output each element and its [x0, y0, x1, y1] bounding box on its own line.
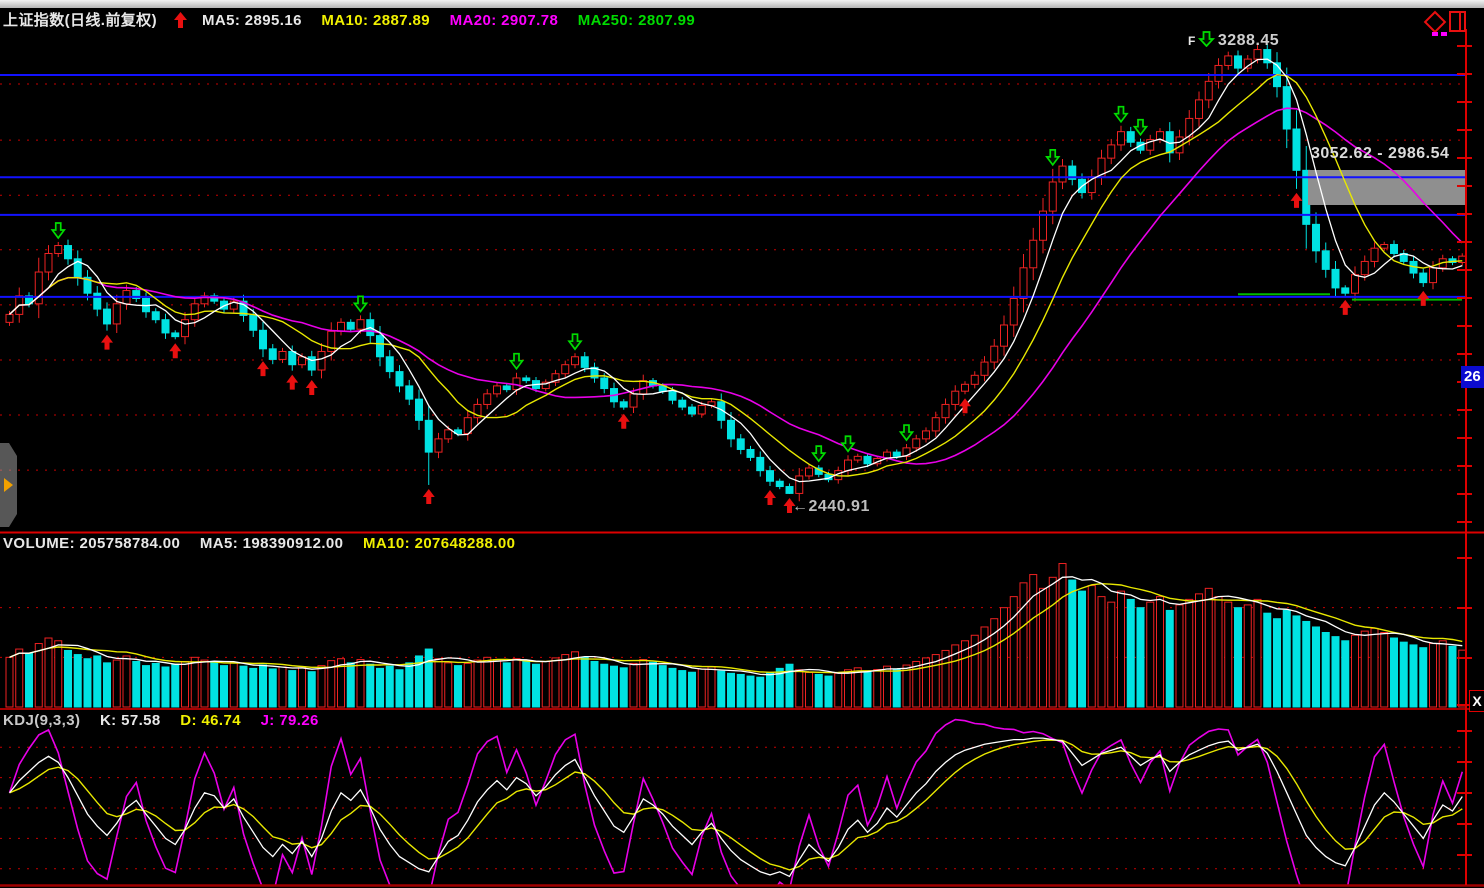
ma20-value: MA20: 2907.78	[450, 12, 559, 29]
dash-marks-icon	[1432, 32, 1447, 36]
volume-panel[interactable]	[0, 564, 1466, 707]
price-axis-badge: 26	[1461, 366, 1484, 388]
peak-marker-letter: F	[1188, 34, 1196, 48]
ma250-value: MA250: 2807.99	[578, 12, 695, 29]
peak-price-annotation: F 3288.45	[1188, 30, 1279, 52]
volume-ma5-value: MA5: 198390912.00	[200, 535, 344, 552]
kdj-j-value: J: 79.26	[261, 712, 319, 729]
kdj-d-value: D: 46.74	[180, 712, 241, 729]
low-price-label: ←2440.91	[792, 498, 870, 516]
chart-chrome	[0, 29, 1484, 886]
sidebar-expand-handle[interactable]	[0, 443, 17, 527]
peak-price-label: 3288.45	[1218, 32, 1279, 50]
kdj-k-value: K: 57.58	[100, 712, 161, 729]
kdj-panel[interactable]	[0, 720, 1466, 888]
trading-app-window: 上证指数(日线.前复权) MA5: 2895.16 MA10: 2887.89 M…	[0, 0, 1484, 888]
buy-signal-legend-icon	[174, 12, 187, 32]
volume-ma10-value: MA10: 207648288.00	[363, 535, 515, 552]
kdj-indicator-name: KDJ(9,3,3)	[3, 712, 80, 729]
expand-arrow-icon	[4, 478, 13, 492]
ma10-value: MA10: 2887.89	[321, 12, 430, 29]
price-panel[interactable]	[0, 44, 1466, 513]
price-panel-header: 上证指数(日线.前复权) MA5: 2895.16 MA10: 2887.89 M…	[3, 9, 710, 32]
ma5-value: MA5: 2895.16	[202, 12, 302, 29]
volume-panel-header: VOLUME: 205758784.00 MA5: 198390912.00 M…	[3, 535, 530, 552]
sell-signal-arrow-icon	[1198, 30, 1215, 52]
volume-value: VOLUME: 205758784.00	[3, 535, 180, 552]
gap-range-label: 3052.62 - 2986.54	[1311, 145, 1449, 163]
stock-chart-canvas[interactable]	[0, 0, 1484, 888]
close-indicator-button[interactable]: X	[1469, 690, 1484, 712]
kdj-panel-header: KDJ(9,3,3) K: 57.58 D: 46.74 J: 79.26	[3, 712, 334, 729]
page-title: 上证指数(日线.前复权)	[3, 12, 157, 29]
split-window-icon[interactable]	[1449, 11, 1466, 32]
